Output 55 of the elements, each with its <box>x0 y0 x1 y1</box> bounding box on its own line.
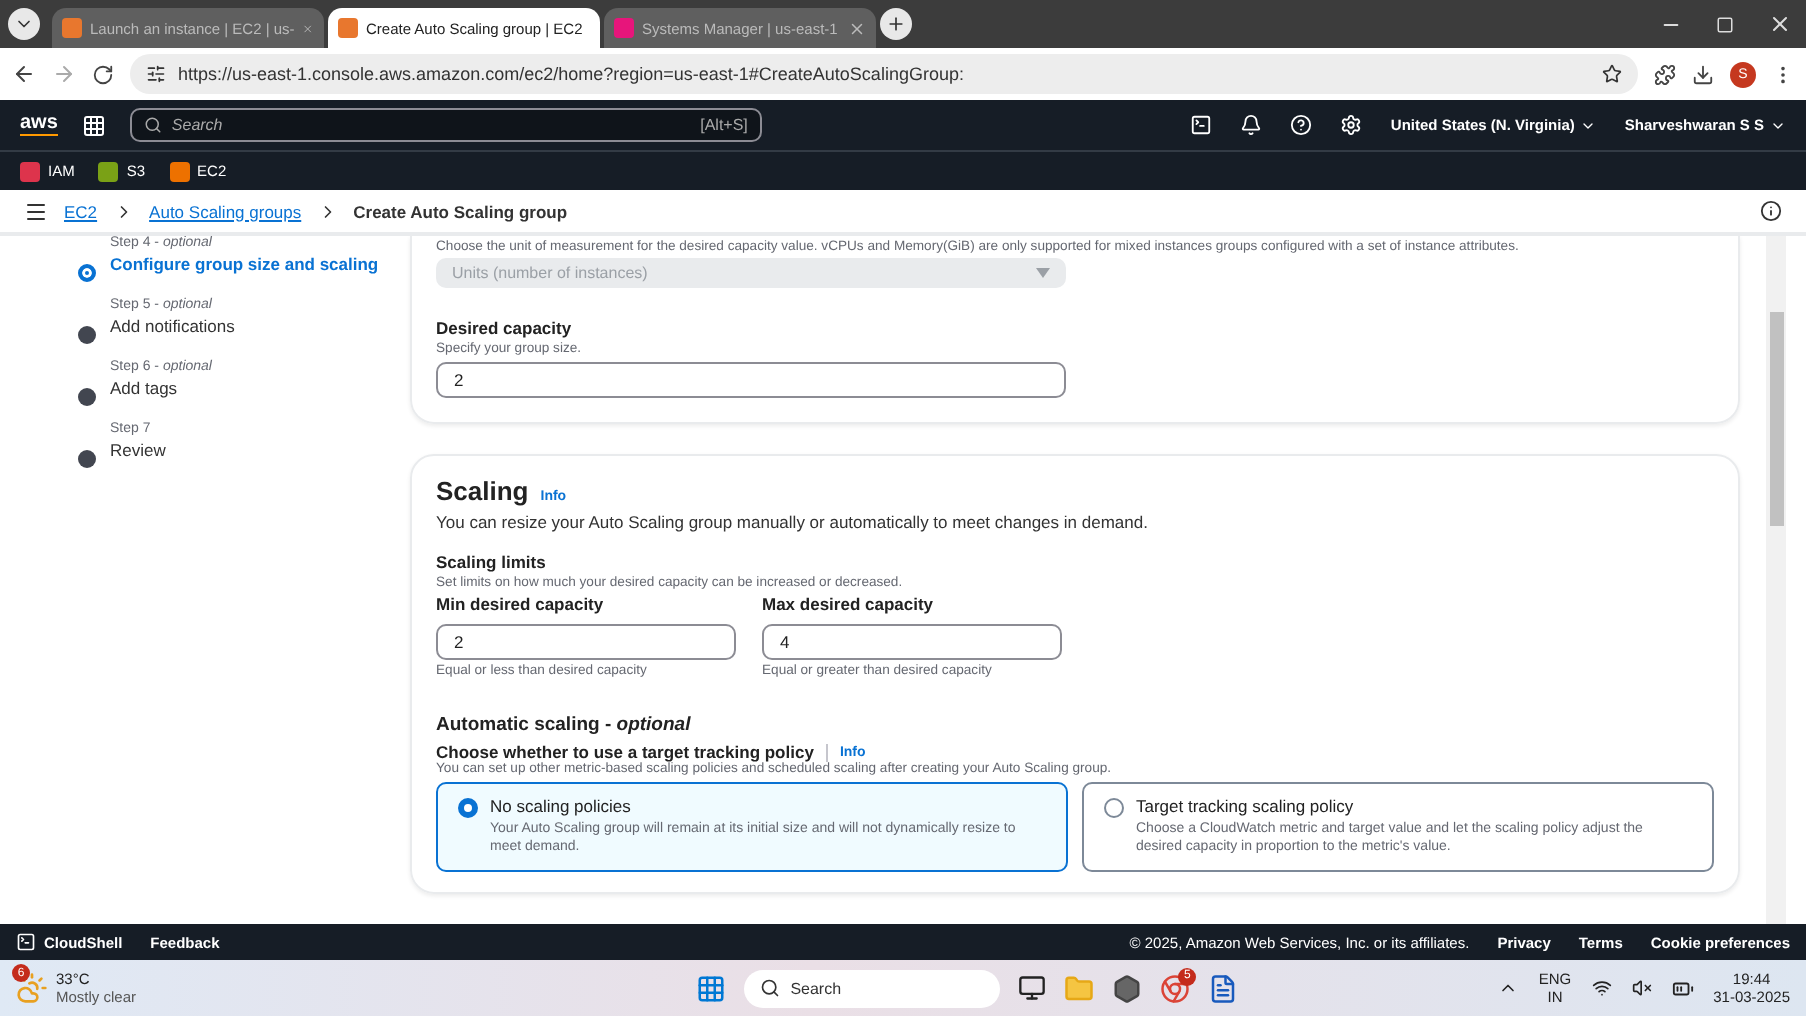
breadcrumb-link[interactable]: Auto Scaling groups <box>149 201 302 221</box>
wifi-icon[interactable] <box>1591 978 1612 998</box>
reload-icon[interactable] <box>92 63 114 85</box>
breadcrumb-link[interactable]: EC2 <box>64 201 98 221</box>
step-link[interactable]: Add tags <box>110 378 212 398</box>
terminal-icon[interactable] <box>1190 114 1213 136</box>
close-icon[interactable] <box>848 19 866 37</box>
step-link[interactable]: Configure group size and scaling <box>110 254 379 274</box>
field-label: Max desired capacity <box>762 594 936 614</box>
option-title: Target tracking scaling policy <box>1136 796 1356 816</box>
radio-button[interactable] <box>458 798 478 818</box>
search-field[interactable]: Search [Alt+S] <box>129 108 762 142</box>
site-settings-icon[interactable] <box>146 64 166 84</box>
battery-icon[interactable] <box>1671 977 1694 999</box>
document-icon[interactable] <box>1208 973 1239 1003</box>
window-icon[interactable] <box>1018 974 1047 1002</box>
breadcrumb-current: Create Auto Scaling group <box>353 201 568 221</box>
logo[interactable]: aws <box>20 114 58 136</box>
back-icon[interactable] <box>12 62 36 86</box>
caret-icon <box>1036 268 1050 278</box>
section-title: Scaling <box>436 476 529 506</box>
help-icon[interactable] <box>1290 114 1313 136</box>
desired-capacity-field[interactable]: 2 <box>436 362 1066 398</box>
hexagon-icon[interactable] <box>1112 973 1143 1003</box>
terminal-icon <box>16 932 36 952</box>
section-description: You can resize your Auto Scaling group manually or automatically to meet changes in demand. <box>436 512 1150 532</box>
services-grid-icon[interactable] <box>81 113 106 137</box>
extensions-icon[interactable] <box>1654 63 1676 85</box>
capacity-field[interactable]: 4 <box>762 624 1062 660</box>
bookmark-star-icon[interactable] <box>1602 64 1622 84</box>
field-label: Desired capacity <box>436 318 574 338</box>
windows-start-icon[interactable] <box>696 973 727 1003</box>
scrollbar[interactable] <box>1766 236 1786 924</box>
option-title: No scaling policies <box>490 796 633 816</box>
capacity-field[interactable]: 2 <box>436 624 736 660</box>
bell-icon[interactable] <box>1240 114 1263 136</box>
subsection-title: Automatic scaling - optional <box>436 714 693 736</box>
menu-icon[interactable] <box>24 199 48 223</box>
download-icon[interactable] <box>1692 63 1714 85</box>
new-tab-button[interactable] <box>880 8 912 40</box>
step-link[interactable]: Add notifications <box>110 316 235 336</box>
plus-icon <box>886 14 906 34</box>
taskbar-search-field[interactable]: Search <box>744 969 1001 1007</box>
tab-list-button[interactable] <box>8 8 40 40</box>
field-label: Choose whether to use a target tracking policy <box>436 742 814 762</box>
subsection-title: Scaling limits <box>436 552 548 572</box>
radio-button[interactable] <box>1104 798 1124 818</box>
search-icon <box>143 116 162 134</box>
search-icon <box>760 978 781 998</box>
field-label: Min desired capacity <box>436 594 606 614</box>
address-bar[interactable]: https://us-east-1.console.aws.amazon.com/ec2/home?region=us-east-1#CreateAutoScalingGroup: <box>130 54 1638 94</box>
mute-icon[interactable] <box>1631 978 1652 998</box>
settings-icon[interactable] <box>1340 114 1363 136</box>
info-icon[interactable] <box>1760 200 1782 222</box>
step-link[interactable]: Review <box>110 440 166 460</box>
